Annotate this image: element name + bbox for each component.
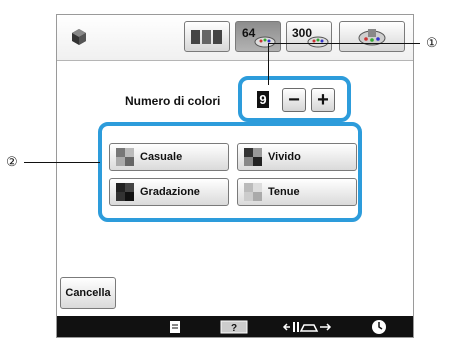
palette-64-tab[interactable]: 64 (235, 21, 281, 52)
callout-two-line (24, 162, 100, 163)
vivid-icon (244, 148, 262, 166)
mode-vivido-label: Vivido (268, 151, 301, 163)
random-icon (116, 148, 134, 166)
spool-tab-button[interactable] (184, 21, 230, 52)
custom-palette-tab[interactable] (339, 21, 405, 52)
color-count-value: 9 (257, 91, 269, 108)
gear-icon (72, 29, 86, 45)
mode-tenue-button[interactable]: Tenue (237, 178, 357, 206)
page-icon[interactable] (165, 318, 185, 335)
cancel-button[interactable]: Cancella (60, 277, 116, 309)
callout-one: ① (426, 35, 438, 50)
clock-icon[interactable] (369, 318, 389, 335)
help-icon[interactable]: ? (217, 318, 251, 335)
callout-two: ② (6, 154, 18, 169)
mode-casuale-label: Casuale (140, 151, 183, 163)
palette-300-tab[interactable]: 300 (286, 21, 332, 52)
mode-vivido-button[interactable]: Vivido (237, 143, 357, 171)
palette-icon (254, 36, 276, 48)
modes-highlight (98, 122, 362, 222)
decrease-colors-button[interactable]: − (282, 88, 306, 112)
presser-foot-icon[interactable] (279, 318, 335, 335)
increase-colors-button[interactable]: + (311, 88, 335, 112)
svg-text:?: ? (231, 323, 237, 334)
soft-icon (244, 183, 262, 201)
mode-casuale-button[interactable]: Casuale (109, 143, 229, 171)
gradation-icon (116, 183, 134, 201)
mode-tenue-label: Tenue (268, 186, 300, 198)
color-count-label: Numero di colori (125, 94, 221, 108)
callout-one-line (268, 43, 420, 44)
bottom-bar: ? (57, 316, 413, 337)
screen: 64 300 Numero di colori 9 − + Casuale Vi… (56, 14, 414, 338)
spools-icon (191, 29, 222, 44)
mode-gradazione-button[interactable]: Gradazione (109, 178, 229, 206)
mode-gradazione-label: Gradazione (140, 186, 200, 198)
palette-icon (307, 36, 329, 48)
callout-one-drop (268, 43, 269, 85)
top-bar: 64 300 (57, 15, 413, 61)
